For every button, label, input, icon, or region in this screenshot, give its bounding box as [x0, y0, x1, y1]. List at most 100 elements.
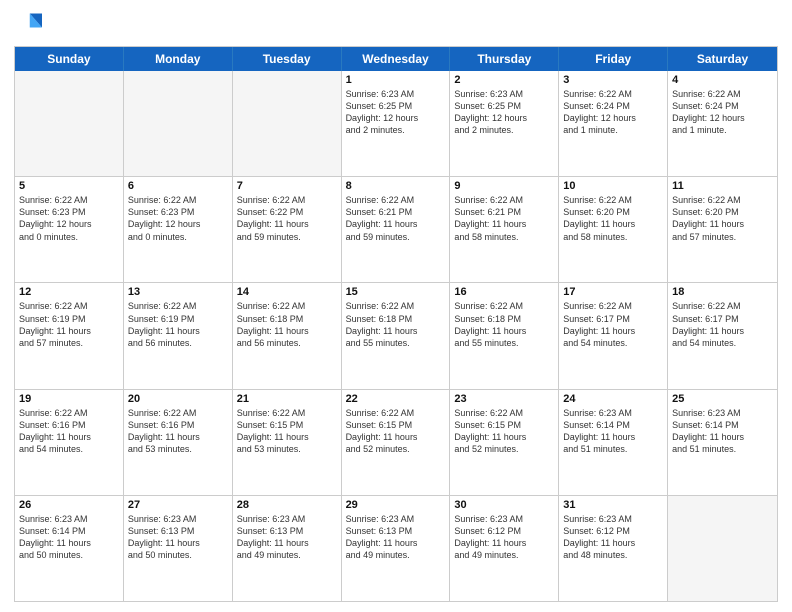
day-number: 26 — [19, 499, 119, 511]
day-cell-18: 18Sunrise: 6:22 AM Sunset: 6:17 PM Dayli… — [668, 283, 777, 388]
cell-info: Sunrise: 6:22 AM Sunset: 6:23 PM Dayligh… — [128, 194, 228, 243]
day-number: 15 — [346, 286, 446, 298]
cell-info: Sunrise: 6:22 AM Sunset: 6:20 PM Dayligh… — [563, 194, 663, 243]
cell-info: Sunrise: 6:22 AM Sunset: 6:15 PM Dayligh… — [346, 407, 446, 456]
cell-info: Sunrise: 6:22 AM Sunset: 6:24 PM Dayligh… — [672, 88, 773, 137]
day-cell-2: 2 Sunrise: 6:23 AM Sunset: 6:25 PM Daylig… — [450, 71, 559, 176]
cell-info: Sunrise: 6:22 AM Sunset: 6:16 PM Dayligh… — [128, 407, 228, 456]
calendar-row-1: 5 Sunrise: 6:22 AM Sunset: 6:23 PM Daylig… — [15, 176, 777, 282]
cell-info: Sunrise: 6:23 AM Sunset: 6:13 PM Dayligh… — [237, 513, 337, 562]
weekday-header-thursday: Thursday — [450, 47, 559, 71]
empty-cell-4-6 — [668, 496, 777, 601]
day-cell-27: 27 Sunrise: 6:23 AM Sunset: 6:13 PM Dayli… — [124, 496, 233, 601]
day-cell-29: 29 Sunrise: 6:23 AM Sunset: 6:13 PM Dayli… — [342, 496, 451, 601]
day-cell-23: 23Sunrise: 6:22 AM Sunset: 6:15 PM Dayli… — [450, 390, 559, 495]
logo — [14, 10, 46, 38]
day-cell-3: 3 Sunrise: 6:22 AM Sunset: 6:24 PM Daylig… — [559, 71, 668, 176]
cell-info: Sunrise: 6:23 AM Sunset: 6:14 PM Dayligh… — [672, 407, 773, 456]
cell-info: Sunrise: 6:23 AM Sunset: 6:25 PM Dayligh… — [454, 88, 554, 137]
day-number: 11 — [672, 180, 773, 192]
day-number: 9 — [454, 180, 554, 192]
cell-info: Sunrise: 6:22 AM Sunset: 6:16 PM Dayligh… — [19, 407, 119, 456]
day-number: 29 — [346, 499, 446, 511]
day-cell-20: 20 Sunrise: 6:22 AM Sunset: 6:16 PM Dayli… — [124, 390, 233, 495]
cell-info: Sunrise: 6:23 AM Sunset: 6:13 PM Dayligh… — [346, 513, 446, 562]
day-number: 16 — [454, 286, 554, 298]
weekday-header-monday: Monday — [124, 47, 233, 71]
weekday-header-wednesday: Wednesday — [342, 47, 451, 71]
calendar: SundayMondayTuesdayWednesdayThursdayFrid… — [14, 46, 778, 602]
day-cell-9: 9 Sunrise: 6:22 AM Sunset: 6:21 PM Daylig… — [450, 177, 559, 282]
weekday-header-friday: Friday — [559, 47, 668, 71]
day-cell-28: 28 Sunrise: 6:23 AM Sunset: 6:13 PM Dayli… — [233, 496, 342, 601]
day-cell-6: 6 Sunrise: 6:22 AM Sunset: 6:23 PM Daylig… — [124, 177, 233, 282]
cell-info: Sunrise: 6:22 AM Sunset: 6:21 PM Dayligh… — [454, 194, 554, 243]
day-cell-8: 8 Sunrise: 6:22 AM Sunset: 6:21 PM Daylig… — [342, 177, 451, 282]
day-cell-1: 1 Sunrise: 6:23 AM Sunset: 6:25 PM Daylig… — [342, 71, 451, 176]
cell-info: Sunrise: 6:22 AM Sunset: 6:18 PM Dayligh… — [237, 300, 337, 349]
empty-cell-0-0 — [15, 71, 124, 176]
day-number: 17 — [563, 286, 663, 298]
day-number: 21 — [237, 393, 337, 405]
weekday-header-sunday: Sunday — [15, 47, 124, 71]
day-cell-15: 15 Sunrise: 6:22 AM Sunset: 6:18 PM Dayli… — [342, 283, 451, 388]
cell-info: Sunrise: 6:23 AM Sunset: 6:13 PM Dayligh… — [128, 513, 228, 562]
day-number: 20 — [128, 393, 228, 405]
day-cell-4: 4 Sunrise: 6:22 AM Sunset: 6:24 PM Daylig… — [668, 71, 777, 176]
cell-info: Sunrise: 6:22 AM Sunset: 6:19 PM Dayligh… — [128, 300, 228, 349]
day-number: 3 — [563, 74, 663, 86]
cell-info: Sunrise: 6:22 AM Sunset: 6:17 PM Dayligh… — [563, 300, 663, 349]
page: SundayMondayTuesdayWednesdayThursdayFrid… — [0, 0, 792, 612]
day-number: 28 — [237, 499, 337, 511]
day-cell-5: 5 Sunrise: 6:22 AM Sunset: 6:23 PM Daylig… — [15, 177, 124, 282]
day-number: 30 — [454, 499, 554, 511]
calendar-body: 1 Sunrise: 6:23 AM Sunset: 6:25 PM Daylig… — [15, 71, 777, 601]
day-cell-22: 22 Sunrise: 6:22 AM Sunset: 6:15 PM Dayli… — [342, 390, 451, 495]
cell-info: Sunrise: 6:23 AM Sunset: 6:12 PM Dayligh… — [563, 513, 663, 562]
day-cell-7: 7Sunrise: 6:22 AM Sunset: 6:22 PM Daylig… — [233, 177, 342, 282]
day-number: 19 — [19, 393, 119, 405]
cell-info: Sunrise: 6:22 AM Sunset: 6:20 PM Dayligh… — [672, 194, 773, 243]
calendar-row-4: 26 Sunrise: 6:23 AM Sunset: 6:14 PM Dayli… — [15, 495, 777, 601]
day-number: 10 — [563, 180, 663, 192]
day-cell-31: 31 Sunrise: 6:23 AM Sunset: 6:12 PM Dayli… — [559, 496, 668, 601]
empty-cell-0-1 — [124, 71, 233, 176]
day-number: 27 — [128, 499, 228, 511]
day-cell-16: 16Sunrise: 6:22 AM Sunset: 6:18 PM Dayli… — [450, 283, 559, 388]
day-cell-11: 11 Sunrise: 6:22 AM Sunset: 6:20 PM Dayli… — [668, 177, 777, 282]
day-number: 7 — [237, 180, 337, 192]
header — [14, 10, 778, 38]
cell-info: Sunrise: 6:22 AM Sunset: 6:24 PM Dayligh… — [563, 88, 663, 137]
empty-cell-0-2 — [233, 71, 342, 176]
cell-info: Sunrise: 6:23 AM Sunset: 6:12 PM Dayligh… — [454, 513, 554, 562]
day-cell-12: 12Sunrise: 6:22 AM Sunset: 6:19 PM Dayli… — [15, 283, 124, 388]
day-number: 2 — [454, 74, 554, 86]
day-cell-19: 19 Sunrise: 6:22 AM Sunset: 6:16 PM Dayli… — [15, 390, 124, 495]
day-number: 18 — [672, 286, 773, 298]
cell-info: Sunrise: 6:22 AM Sunset: 6:23 PM Dayligh… — [19, 194, 119, 243]
day-cell-26: 26 Sunrise: 6:23 AM Sunset: 6:14 PM Dayli… — [15, 496, 124, 601]
cell-info: Sunrise: 6:23 AM Sunset: 6:25 PM Dayligh… — [346, 88, 446, 137]
day-cell-25: 25 Sunrise: 6:23 AM Sunset: 6:14 PM Dayli… — [668, 390, 777, 495]
day-number: 22 — [346, 393, 446, 405]
day-number: 25 — [672, 393, 773, 405]
cell-info: Sunrise: 6:22 AM Sunset: 6:15 PM Dayligh… — [454, 407, 554, 456]
day-number: 14 — [237, 286, 337, 298]
weekday-header-saturday: Saturday — [668, 47, 777, 71]
day-cell-17: 17 Sunrise: 6:22 AM Sunset: 6:17 PM Dayli… — [559, 283, 668, 388]
cell-info: Sunrise: 6:22 AM Sunset: 6:21 PM Dayligh… — [346, 194, 446, 243]
day-number: 5 — [19, 180, 119, 192]
cell-info: Sunrise: 6:23 AM Sunset: 6:14 PM Dayligh… — [563, 407, 663, 456]
cell-info: Sunrise: 6:22 AM Sunset: 6:19 PM Dayligh… — [19, 300, 119, 349]
day-number: 8 — [346, 180, 446, 192]
day-number: 4 — [672, 74, 773, 86]
cell-info: Sunrise: 6:22 AM Sunset: 6:18 PM Dayligh… — [346, 300, 446, 349]
day-number: 6 — [128, 180, 228, 192]
day-cell-13: 13Sunrise: 6:22 AM Sunset: 6:19 PM Dayli… — [124, 283, 233, 388]
day-cell-21: 21Sunrise: 6:22 AM Sunset: 6:15 PM Dayli… — [233, 390, 342, 495]
calendar-row-0: 1 Sunrise: 6:23 AM Sunset: 6:25 PM Daylig… — [15, 71, 777, 176]
cell-info: Sunrise: 6:23 AM Sunset: 6:14 PM Dayligh… — [19, 513, 119, 562]
day-cell-24: 24Sunrise: 6:23 AM Sunset: 6:14 PM Dayli… — [559, 390, 668, 495]
day-number: 1 — [346, 74, 446, 86]
day-number: 31 — [563, 499, 663, 511]
